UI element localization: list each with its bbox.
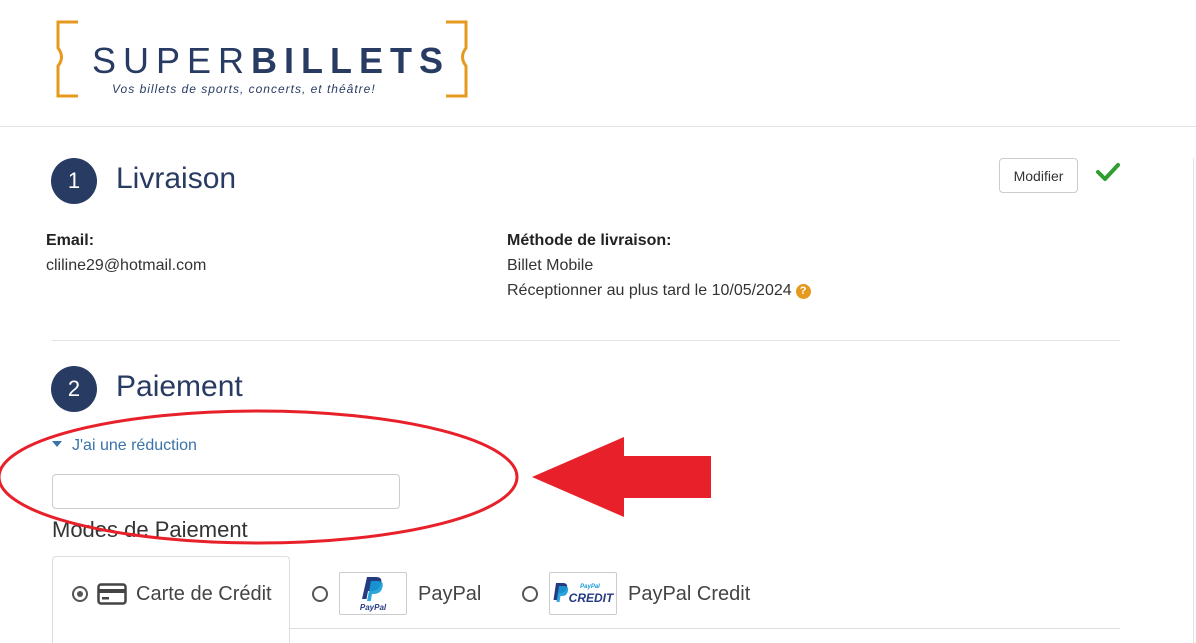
payment-label-paypal[interactable]: PayPal bbox=[418, 583, 481, 606]
discount-code-input[interactable] bbox=[52, 474, 400, 509]
paypal-credit-logo[interactable]: PayPal CREDIT bbox=[549, 572, 617, 615]
logo-tagline: Vos billets de sports, concerts, et théâ… bbox=[112, 82, 376, 96]
delivery-deadline: Réceptionner au plus tard le 10/05/2024? bbox=[507, 282, 811, 300]
payment-modes-heading: Modes de Paiement bbox=[52, 517, 248, 542]
delivery-method-value: Billet Mobile bbox=[507, 257, 594, 274]
superbillets-logo[interactable]: SUPERBILLETS Vos billets de sports, conc… bbox=[52, 18, 472, 100]
paypal-icon: PayPal bbox=[360, 577, 387, 612]
section-divider bbox=[52, 340, 1120, 341]
site-header: SUPERBILLETS Vos billets de sports, conc… bbox=[0, 0, 1196, 127]
checkmark-icon bbox=[1096, 163, 1120, 181]
radio-paypal-credit[interactable] bbox=[522, 586, 538, 602]
radio-paypal[interactable] bbox=[312, 586, 328, 602]
delivery-deadline-text: Réceptionner au plus tard le 10/05/2024 bbox=[507, 282, 792, 299]
paypal-credit-icon: PayPal CREDIT bbox=[553, 583, 615, 605]
credit-card-icon bbox=[97, 583, 127, 605]
payment-tabs-rule bbox=[290, 628, 1120, 629]
modify-delivery-button[interactable]: Modifier bbox=[999, 158, 1078, 193]
discount-toggle-label: J'ai une réduction bbox=[72, 437, 197, 454]
logo-wordmark-bold: BILLETS bbox=[251, 40, 451, 81]
payment-label-credit-card[interactable]: Carte de Crédit bbox=[136, 583, 272, 606]
paypal-logo[interactable]: PayPal bbox=[339, 572, 407, 615]
step-number-delivery: 1 bbox=[51, 158, 97, 204]
payment-label-paypal-credit[interactable]: PayPal Credit bbox=[628, 583, 750, 606]
svg-text:PayPal: PayPal bbox=[360, 603, 387, 612]
discount-toggle-link[interactable]: J'ai une réduction bbox=[52, 437, 197, 455]
delivery-method-label: Méthode de livraison: bbox=[507, 232, 672, 249]
email-label: Email: bbox=[46, 232, 95, 249]
annotation-arrow bbox=[532, 437, 711, 517]
step-number-payment: 2 bbox=[51, 366, 97, 412]
logo-wordmark-light: SUPER bbox=[92, 40, 252, 81]
section-title-delivery: Livraison bbox=[116, 162, 237, 195]
logo-wordmark: SUPERBILLETS bbox=[92, 40, 450, 82]
content-right-border bbox=[1193, 158, 1194, 643]
caret-down-icon bbox=[52, 441, 62, 447]
svg-text:CREDIT: CREDIT bbox=[569, 591, 615, 605]
svg-text:PayPal: PayPal bbox=[580, 584, 600, 590]
help-icon[interactable]: ? bbox=[795, 284, 811, 299]
radio-credit-card[interactable] bbox=[72, 586, 88, 602]
email-value: cliline29@hotmail.com bbox=[46, 257, 207, 274]
section-title-payment: Paiement bbox=[116, 370, 243, 403]
